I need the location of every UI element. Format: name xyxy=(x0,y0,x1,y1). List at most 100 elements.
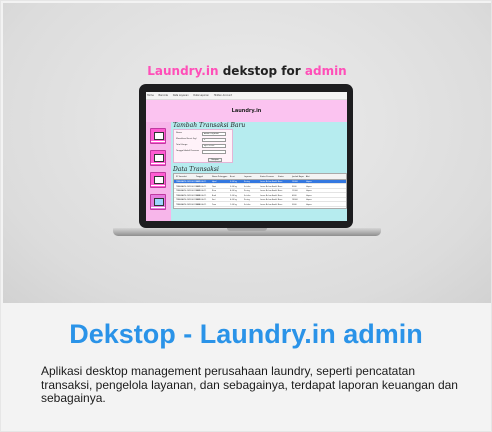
transaction-form: Nama Ambil Layanan Masukkan Berat (kg) 5… xyxy=(173,129,233,163)
table-row[interactable]: TRANSAKSI-20230611-006 2023-06-11 Tono 1.00… xyxy=(174,203,346,207)
table-cell: 15000 xyxy=(292,181,298,183)
table-cell: Kering xyxy=(244,190,250,192)
table-cell: Hapus xyxy=(306,190,312,192)
form-input[interactable]: Rp 15.000 xyxy=(202,144,226,148)
save-button[interactable]: Simpan xyxy=(208,158,222,162)
table-cell: 4.00 kg xyxy=(230,190,237,192)
table-cell: 18000 xyxy=(292,199,298,201)
table-cell: Hapus xyxy=(306,199,312,201)
table-cell: Hapus xyxy=(306,203,312,206)
app-main: Tambah Transaksi Baru Nama Ambil Layanan… xyxy=(171,122,347,221)
table-cell: Setrika xyxy=(244,185,251,188)
table-row[interactable]: TRANSAKSI-20230611-002 2023-06-11 Dani 3.00… xyxy=(174,185,346,189)
form-label: Nama xyxy=(176,132,182,134)
transactions-table: ID Transaksi Tanggal Nama Pelanggan Berat La… xyxy=(173,173,347,209)
app-menubar: Home Barcode Data Layanan Data Laporan H… xyxy=(146,92,347,100)
table-cell: Baru xyxy=(278,190,283,192)
form-input[interactable]: 5 xyxy=(202,138,226,142)
column-header[interactable]: Jumlah Bayar xyxy=(292,176,304,178)
form-row: Masukkan Berat (kg) 5 xyxy=(176,138,232,142)
table-cell: 9000 xyxy=(292,185,297,188)
column-header[interactable]: Status Pesanan xyxy=(260,176,274,178)
column-header[interactable]: Tanggal xyxy=(196,176,203,178)
table-cell: Hapus xyxy=(306,185,312,188)
form-row: Tanggal Ambil Pesanan xyxy=(176,150,232,154)
table-cell: Baru xyxy=(278,185,283,188)
form-input[interactable] xyxy=(202,150,226,154)
table-cell: 2023-06-11 xyxy=(196,185,207,188)
menu-item-data-layanan[interactable]: Data Layanan xyxy=(173,94,189,97)
table-cell: 2023-06-11 xyxy=(196,190,207,192)
table-cell: Budi xyxy=(212,194,217,197)
menu-item-hidden-account[interactable]: Hidden Account xyxy=(214,94,232,97)
table-cell: Hapus xyxy=(306,181,312,183)
column-header[interactable]: Aksi xyxy=(306,176,310,178)
menu-item-data-laporan[interactable]: Data Laporan xyxy=(193,94,209,97)
table-cell: Baru xyxy=(278,181,283,183)
card-title: Dekstop - Laundry.in admin xyxy=(69,319,423,349)
laptop-screen: Home Barcode Data Layanan Data Laporan H… xyxy=(146,92,347,221)
table-cell: Dani xyxy=(212,185,217,188)
table-cell: Lunas Belum Ambil xyxy=(260,203,278,206)
table-cell: Sari xyxy=(212,199,216,201)
table-cell: 2023-06-11 xyxy=(196,199,207,201)
column-header[interactable]: ID Transaksi xyxy=(176,176,187,178)
table-cell: Kering xyxy=(244,199,250,201)
project-card: Laundry.in dekstop for admin Home Barcod… xyxy=(0,0,492,432)
table-title: Data Transaksi xyxy=(173,166,219,173)
table-row[interactable]: TRANSAKSI-20230611-004 2023-06-11 Budi 2.00… xyxy=(174,194,346,198)
app-header: Laundry.in xyxy=(146,100,347,122)
hero-title-role: admin xyxy=(304,64,347,78)
card-description: Aplikasi desktop management perusahaan l… xyxy=(41,364,458,405)
table-cell: 2.00 kg xyxy=(230,194,237,197)
table-cell: 1.00 kg xyxy=(230,203,237,206)
table-cell: 12000 xyxy=(292,190,298,192)
table-cell: Lunas Belum Ambil xyxy=(260,181,278,183)
table-cell: Lunas Belum Ambil xyxy=(260,194,278,197)
table-cell: Baru xyxy=(278,194,283,197)
form-row: Nama Ambil Layanan xyxy=(176,132,232,136)
table-cell: Lunas Belum Ambil xyxy=(260,199,278,201)
table-cell: Rina xyxy=(212,190,216,192)
pos-icon[interactable] xyxy=(150,128,166,144)
menu-item-home[interactable]: Home xyxy=(147,94,154,97)
table-cell: Hapus xyxy=(306,194,312,197)
table-cell: Lunas Belum Ambil xyxy=(260,185,278,188)
app-sidebar xyxy=(146,122,171,221)
table-cell: 2023-06-11 xyxy=(196,194,207,197)
report-icon[interactable] xyxy=(150,172,166,188)
table-cell: 5.00 kg xyxy=(230,181,237,183)
table-cell: 3000 xyxy=(292,203,297,206)
laundry-icon[interactable] xyxy=(150,194,166,210)
column-header[interactable]: Status xyxy=(278,176,284,178)
table-cell: Baru xyxy=(278,203,283,206)
laptop-notch xyxy=(227,228,267,231)
hero-title-middle: dekstop for xyxy=(218,64,305,78)
table-cell: Tono xyxy=(212,203,217,206)
table-cell: 3.00 kg xyxy=(230,185,237,188)
table-cell: 6.00 kg xyxy=(230,199,237,201)
column-header[interactable]: Berat xyxy=(230,176,235,178)
table-cell: Kering xyxy=(244,181,250,183)
table-row[interactable]: TRANSAKSI-20230611-005 2023-06-11 Sari 6.00… xyxy=(174,198,346,202)
form-label: Total Harga xyxy=(176,144,188,146)
table-cell: Iqbal xyxy=(212,181,217,183)
column-header[interactable]: Nama Pelanggan xyxy=(212,176,227,178)
wallet-icon[interactable] xyxy=(150,150,166,166)
table-cell: 2023-06-11 xyxy=(196,181,207,183)
table-cell: Setrika xyxy=(244,203,251,206)
table-row[interactable]: TRANSAKSI-20230611-003 2023-06-11 Rina 4.00… xyxy=(174,189,346,193)
table-cell: 6000 xyxy=(292,194,297,197)
table-cell: Lunas Belum Ambil xyxy=(260,190,278,192)
hero-title: Laundry.in dekstop for admin xyxy=(3,64,491,78)
table-cell: 2023-06-11 xyxy=(196,203,207,206)
form-row: Total Harga Rp 15.000 xyxy=(176,144,232,148)
menu-item-barcode[interactable]: Barcode xyxy=(159,94,168,97)
table-cell: Setrika xyxy=(244,194,251,197)
table-row[interactable]: TRANSAKSI-20230611-001 2023-06-11 Iqbal 5.0… xyxy=(174,180,346,184)
form-label: Tanggal Ambil Pesanan xyxy=(176,150,200,152)
form-label: Masukkan Berat (kg) xyxy=(176,138,197,140)
column-header[interactable]: Layanan xyxy=(244,176,252,178)
hero-title-app: Laundry.in xyxy=(147,64,219,78)
form-input[interactable]: Ambil Layanan xyxy=(202,132,226,136)
